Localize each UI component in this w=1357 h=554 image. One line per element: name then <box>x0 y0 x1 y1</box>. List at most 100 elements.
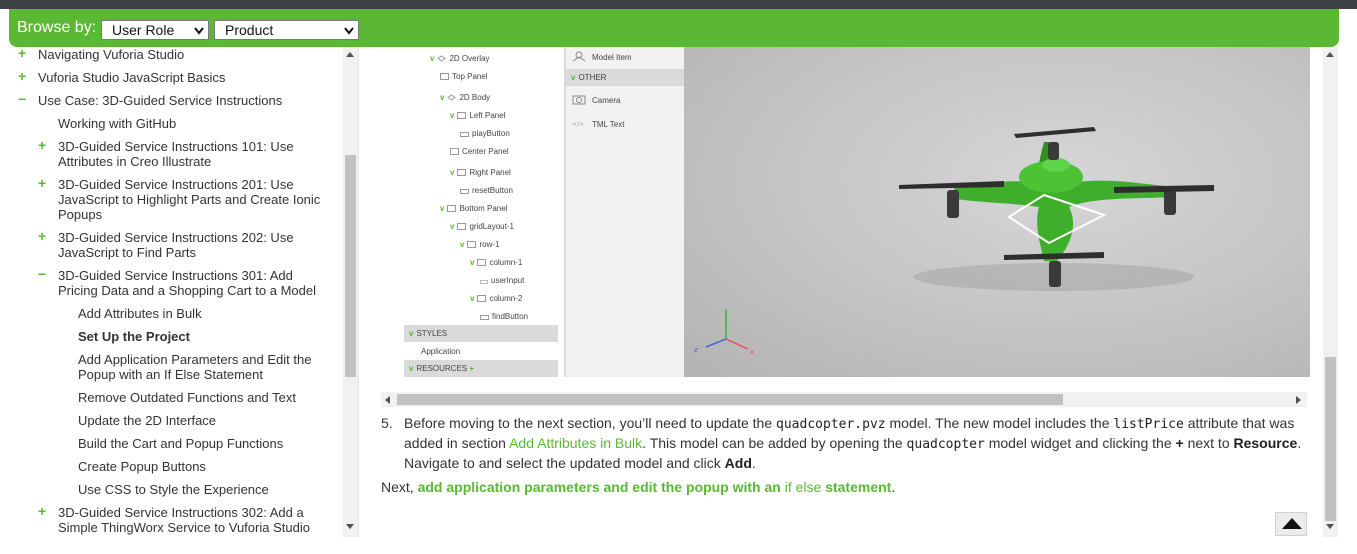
model-item-icon <box>572 51 586 62</box>
axis-x-label: x <box>750 348 754 356</box>
scrollbar-thumb[interactable] <box>397 394 1063 405</box>
toc-item[interactable]: Add Application Parameters and Edit the … <box>78 352 333 382</box>
toc-item-label[interactable]: Vuforia Studio JavaScript Basics <box>38 70 338 85</box>
toc-item[interactable]: Remove Outdated Functions and Text <box>78 390 333 405</box>
button-icon <box>460 132 469 137</box>
scroll-up-arrow-icon[interactable] <box>346 52 354 57</box>
add-attributes-link[interactable]: Add Attributes in Bulk <box>509 435 642 451</box>
scroll-down-arrow-icon[interactable] <box>1326 524 1334 529</box>
toc-item-current[interactable]: Set Up the Project <box>78 329 333 344</box>
scrollbar-thumb[interactable] <box>345 155 356 377</box>
widget-palette: Model Item v OTHER Camera </> TML Text <box>566 47 684 377</box>
arrow-up-icon <box>1282 518 1302 529</box>
toc-item[interactable]: + Navigating Vuforia Studio <box>18 47 338 62</box>
scroll-up-arrow-icon[interactable] <box>1326 52 1334 57</box>
toc-item-label[interactable]: Working with GitHub <box>58 116 333 131</box>
panel-icon <box>447 205 457 212</box>
tree-node: v Right Panel <box>450 168 511 177</box>
overlay-icon <box>437 55 447 62</box>
collapse-icon[interactable]: − <box>38 267 46 282</box>
tree-section-styles: v STYLES <box>404 325 558 342</box>
panel-divider <box>358 47 359 537</box>
toc-item[interactable]: Use CSS to Style the Experience <box>78 482 333 497</box>
toc-item-label[interactable]: Update the 2D Interface <box>78 413 333 428</box>
code-filename: quadcopter.pvz <box>776 417 886 432</box>
expand-icon[interactable]: + <box>18 47 26 61</box>
toc-item-label[interactable]: Build the Cart and Popup Functions <box>78 436 333 451</box>
toc-item-label[interactable]: Navigating Vuforia Studio <box>38 47 338 62</box>
toc-item-label[interactable]: 3D-Guided Service Instructions 301: Add … <box>58 268 333 298</box>
tree-node: resetButton <box>460 186 513 195</box>
toc-item[interactable]: Working with GitHub <box>58 116 333 131</box>
toc-item-label[interactable]: 3D-Guided Service Instructions 101: Use … <box>58 139 333 169</box>
tree-node: v 2D Overlay <box>430 54 490 63</box>
toc-item[interactable]: + 3D-Guided Service Instructions 202: Us… <box>38 229 333 261</box>
toc-item[interactable]: Update the 2D Interface <box>78 413 333 428</box>
tree-node: playButton <box>460 129 510 138</box>
scroll-right-arrow-icon[interactable] <box>1296 396 1301 404</box>
toc-item[interactable]: + 3D-Guided Service Instructions 201: Us… <box>38 176 333 223</box>
toc-item-label[interactable]: 3D-Guided Service Instructions 302: Add … <box>58 505 333 535</box>
expand-icon[interactable]: + <box>38 229 46 244</box>
toc-item-label[interactable]: Use Case: 3D-Guided Service Instructions <box>38 93 338 108</box>
tree-node: v column-1 <box>470 258 523 267</box>
toc-item-label[interactable]: Add Attributes in Bulk <box>78 306 333 321</box>
tree-node: Application <box>421 347 461 356</box>
toc-item[interactable]: Add Attributes in Bulk <box>78 306 333 321</box>
tree-node: v column-2 <box>470 294 523 303</box>
camera-icon <box>572 95 586 105</box>
toc-item[interactable]: Create Popup Buttons <box>78 459 333 474</box>
expand-icon[interactable]: + <box>18 69 26 84</box>
next-section-link[interactable]: add application parameters and edit the … <box>418 479 785 495</box>
grid-icon <box>457 223 467 230</box>
row-icon <box>467 241 477 248</box>
step-number: 5. <box>381 415 393 431</box>
next-section-link-end[interactable]: statement <box>821 479 891 495</box>
expand-icon[interactable]: + <box>38 504 46 519</box>
button-icon <box>480 315 489 320</box>
toc-item[interactable]: + Vuforia Studio JavaScript Basics <box>18 69 338 86</box>
step-5: 5. Before moving to the next section, yo… <box>381 414 1311 473</box>
content-scrollbar[interactable] <box>1323 47 1338 537</box>
toc-item-label[interactable]: Remove Outdated Functions and Text <box>78 390 333 405</box>
chevron-down-icon <box>344 27 354 35</box>
column-icon <box>477 295 487 302</box>
product-select[interactable]: Product <box>214 20 359 40</box>
expand-icon[interactable]: + <box>38 176 46 191</box>
toc-item-label[interactable]: Use CSS to Style the Experience <box>78 482 333 497</box>
user-role-select[interactable]: User Role <box>101 20 209 40</box>
expand-icon[interactable]: + <box>38 138 46 153</box>
back-to-top-button[interactable] <box>1275 512 1307 536</box>
toc-item[interactable]: − Use Case: 3D-Guided Service Instructio… <box>18 92 338 109</box>
toc-item[interactable]: Build the Cart and Popup Functions <box>78 436 333 451</box>
toc-item-label[interactable]: 3D-Guided Service Instructions 201: Use … <box>58 177 333 222</box>
button-icon <box>460 189 469 194</box>
palette-item: Model Item <box>572 51 632 62</box>
scroll-left-arrow-icon[interactable] <box>385 396 390 404</box>
toc-item[interactable]: − 3D-Guided Service Instructions 301: Ad… <box>38 267 333 299</box>
panel-icon <box>457 112 467 119</box>
collapse-icon[interactable]: − <box>18 92 26 107</box>
toc-scrollbar[interactable] <box>343 47 358 537</box>
toc-item[interactable]: + 3D-Guided Service Instructions 101: Us… <box>38 138 333 170</box>
svg-text:</>: </> <box>572 121 584 127</box>
toc-item-label[interactable]: 3D-Guided Service Instructions 202: Use … <box>58 230 333 260</box>
tree-node: Center Panel <box>450 147 509 156</box>
tree-node: v 2D Body <box>440 93 491 102</box>
code-widget: quadcopter <box>906 437 985 452</box>
panel-icon <box>440 73 449 80</box>
toc-item-label[interactable]: Add Application Parameters and Edit the … <box>78 352 333 382</box>
scrollbar-thumb[interactable] <box>1325 357 1336 521</box>
toc-item-label[interactable]: Set Up the Project <box>78 329 333 344</box>
tree-node: findButton <box>480 312 528 321</box>
browse-by-label: Browse by: <box>17 19 97 36</box>
input-icon <box>480 280 488 284</box>
product-select-value: Product <box>225 22 274 38</box>
panel-icon <box>457 169 467 176</box>
figure-scrollbar[interactable] <box>381 392 1307 407</box>
palette-item: Camera <box>572 94 620 105</box>
scroll-down-arrow-icon[interactable] <box>346 524 354 529</box>
toc-item[interactable]: + 3D-Guided Service Instructions 302: Ad… <box>38 504 333 536</box>
toc-item-label[interactable]: Create Popup Buttons <box>78 459 333 474</box>
next-section-link-code[interactable]: if else <box>785 479 822 495</box>
